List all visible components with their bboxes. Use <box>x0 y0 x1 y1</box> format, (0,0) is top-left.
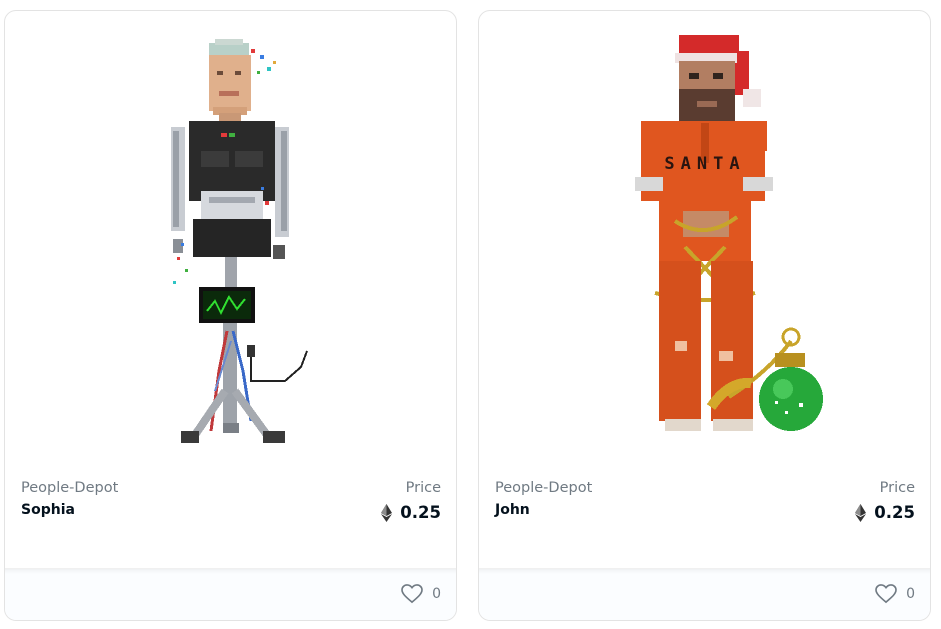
heart-icon[interactable] <box>875 584 897 604</box>
ethereum-icon <box>855 503 867 522</box>
price-value-group: 0.25 <box>381 503 441 522</box>
nft-image-john[interactable]: SANTA <box>479 11 930 471</box>
nft-name[interactable]: John <box>495 502 530 518</box>
card-footer: 0 <box>5 568 456 620</box>
price-value-group: 0.25 <box>855 503 915 522</box>
like-button[interactable]: 0 <box>401 584 441 604</box>
nft-card-sophia[interactable]: People-Depot Sophia Price 0.25 0 <box>4 10 457 621</box>
price-value: 0.25 <box>874 503 915 522</box>
ethereum-icon <box>381 503 393 522</box>
like-count: 0 <box>906 586 915 602</box>
nft-image-sophia[interactable] <box>5 11 456 471</box>
price-value: 0.25 <box>400 503 441 522</box>
card-footer: 0 <box>479 568 930 620</box>
collection-name[interactable]: People-Depot <box>21 480 118 496</box>
like-button[interactable]: 0 <box>875 584 915 604</box>
nft-card-john[interactable]: SANTA People-Depot John Price 0.25 0 <box>478 10 931 621</box>
heart-icon[interactable] <box>401 584 423 604</box>
like-count: 0 <box>432 586 441 602</box>
price-label: Price <box>405 480 441 496</box>
price-label: Price <box>879 480 915 496</box>
nft-name[interactable]: Sophia <box>21 502 75 518</box>
santa-label: SANTA <box>664 154 745 174</box>
collection-name[interactable]: People-Depot <box>495 480 592 496</box>
